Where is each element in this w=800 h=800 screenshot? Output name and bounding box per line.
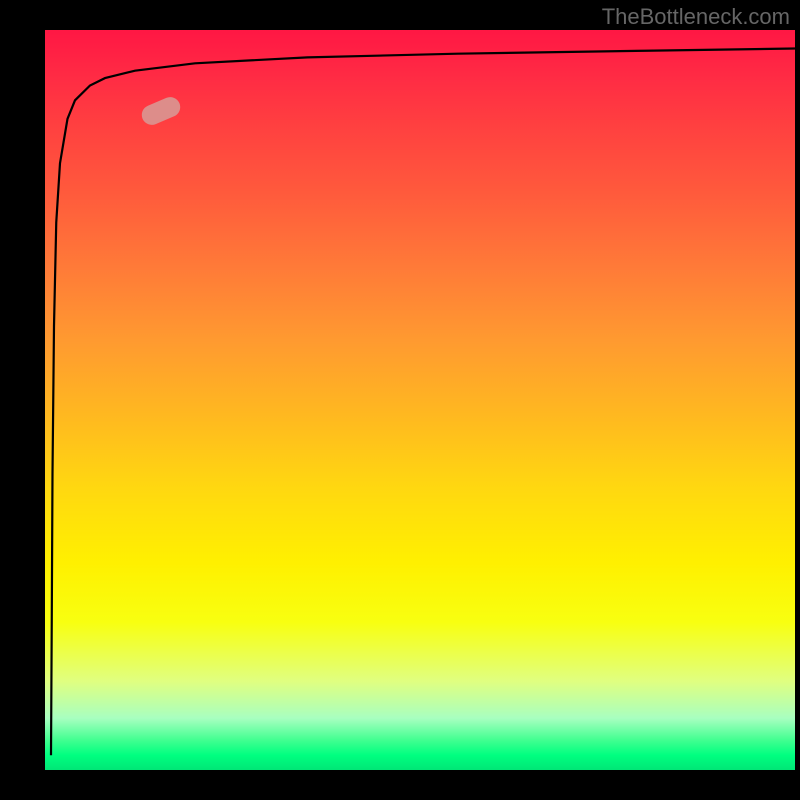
bottleneck-curve — [51, 49, 795, 756]
curve-svg — [45, 30, 795, 770]
watermark-text: TheBottleneck.com — [602, 4, 790, 30]
plot-area — [45, 30, 795, 770]
